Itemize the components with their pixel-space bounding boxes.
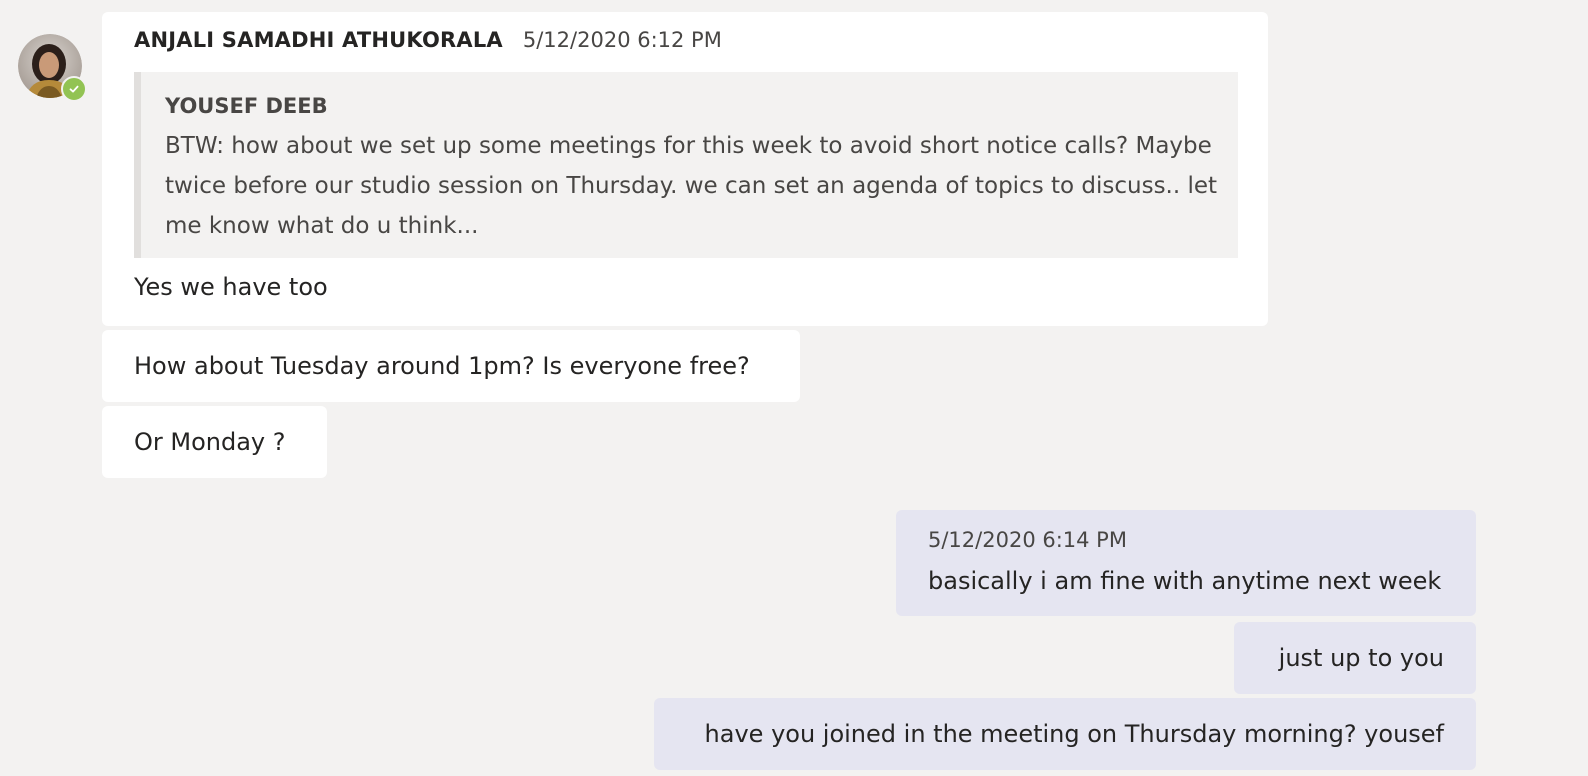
incoming-message[interactable]: How about Tuesday around 1pm? Is everyon… bbox=[102, 330, 800, 402]
message-text: just up to you bbox=[1278, 644, 1444, 672]
message-timestamp: 5/12/2020 6:14 PM bbox=[928, 528, 1127, 552]
quoted-text: BTW: how about we set up some meetings f… bbox=[165, 133, 1218, 239]
message-text: basically i am fine with anytime next we… bbox=[928, 567, 1442, 595]
message-header: ANJALI SAMADHI ATHUKORALA 5/12/2020 6:12… bbox=[134, 28, 722, 52]
sender-name[interactable]: ANJALI SAMADHI ATHUKORALA bbox=[134, 28, 503, 52]
message-text: have you joined in the meeting on Thursd… bbox=[704, 720, 1444, 748]
outgoing-message[interactable]: just up to you bbox=[1234, 622, 1476, 694]
message-text: Or Monday ? bbox=[134, 428, 286, 456]
outgoing-message[interactable]: have you joined in the meeting on Thursd… bbox=[654, 698, 1476, 770]
quoted-author: YOUSEF DEEB bbox=[165, 94, 328, 118]
incoming-message[interactable]: Or Monday ? bbox=[102, 406, 327, 478]
message-text: Yes we have too bbox=[134, 273, 328, 301]
presence-available-icon bbox=[61, 76, 87, 102]
sender-avatar[interactable] bbox=[18, 34, 87, 102]
message-text: How about Tuesday around 1pm? Is everyon… bbox=[134, 352, 750, 380]
incoming-message[interactable]: ANJALI SAMADHI ATHUKORALA 5/12/2020 6:12… bbox=[102, 12, 1268, 326]
quoted-message[interactable]: YOUSEF DEEB BTW: how about we set up som… bbox=[134, 72, 1238, 258]
message-timestamp: 5/12/2020 6:12 PM bbox=[522, 28, 722, 52]
outgoing-message[interactable]: 5/12/2020 6:14 PM basically i am fine wi… bbox=[896, 510, 1476, 616]
